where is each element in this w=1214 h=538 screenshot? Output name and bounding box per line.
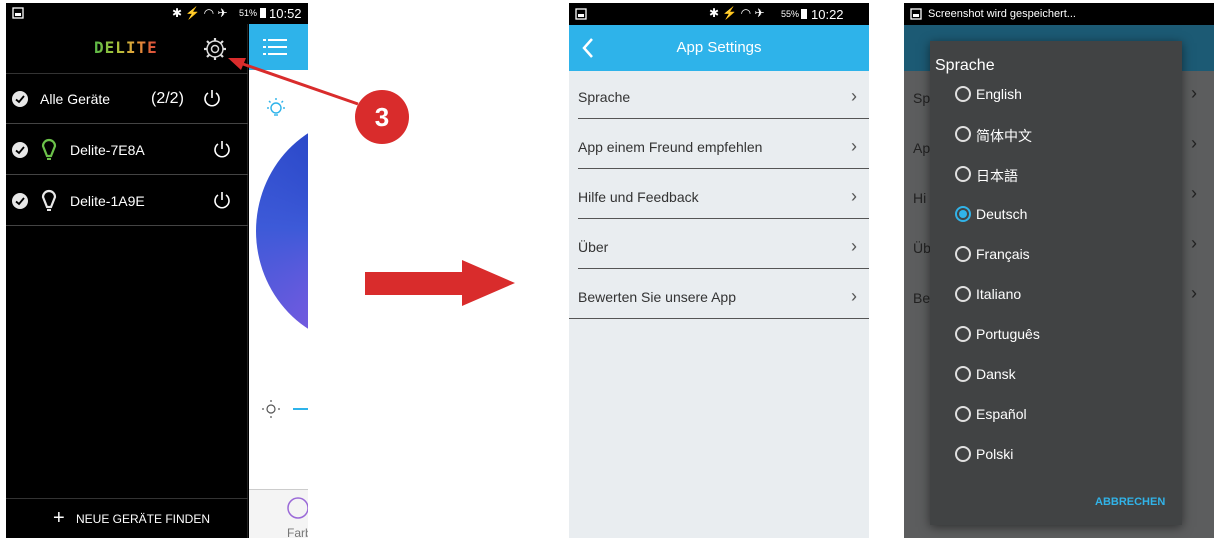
- settings-item-label: Bewerten Sie unsere App: [578, 289, 736, 305]
- bg-item-label: Sp: [913, 90, 931, 106]
- settings-item-hilfe[interactable]: Hilfe und Feedback ›: [569, 171, 869, 221]
- language-dialog: Sprache English 简体中文 日本語 Deutsch Françai…: [930, 41, 1182, 525]
- option-label: Français: [976, 246, 1030, 262]
- status-bar: Screenshot wird gespeichert...: [904, 3, 1214, 25]
- chevron-right-icon: ›: [851, 86, 857, 106]
- app-bar: App Settings: [569, 25, 869, 71]
- screenshot-notification-icon: [910, 8, 922, 20]
- radio-button[interactable]: [955, 326, 971, 342]
- divider: [578, 118, 869, 119]
- chevron-right-icon: ›: [851, 186, 857, 206]
- language-option-english[interactable]: English: [955, 84, 1155, 108]
- settings-item-label: Hilfe und Feedback: [578, 189, 699, 205]
- radio-button[interactable]: [955, 366, 971, 382]
- page-title: App Settings: [676, 39, 762, 56]
- divider: [578, 168, 869, 169]
- settings-item-empfehlen[interactable]: App einem Freund empfehlen ›: [569, 121, 869, 171]
- divider: [578, 268, 869, 269]
- settings-item-uber[interactable]: Über ›: [569, 221, 869, 271]
- radio-button-selected[interactable]: [955, 206, 971, 222]
- chevron-right-icon: ›: [1191, 83, 1197, 103]
- tutorial-canvas: ✱ ⚡ ◠ ✈ 51% 10:52 DELITE Alle Geräte (2/…: [0, 0, 1214, 538]
- chevron-right-icon: ›: [1191, 283, 1197, 303]
- next-step-arrow: [365, 260, 515, 306]
- status-bar: ✱ ⚡ ◠ ✈ 55% 10:22: [569, 3, 869, 25]
- language-option-francais[interactable]: Français: [955, 244, 1155, 268]
- dialog-title: Sprache: [935, 57, 995, 74]
- language-option-espanol[interactable]: Español: [955, 404, 1155, 428]
- radio-button[interactable]: [955, 86, 971, 102]
- bg-item-label: Üb: [913, 240, 931, 256]
- divider: [578, 218, 869, 219]
- language-option-chinese[interactable]: 简体中文: [955, 124, 1155, 148]
- option-label: 日本語: [976, 168, 1018, 184]
- radio-button[interactable]: [955, 446, 971, 462]
- step-badge: 3: [355, 90, 409, 144]
- settings-item-label: Über: [578, 239, 609, 255]
- phone-screen-language-dialog: Screenshot wird gespeichert... Sp › Ap ›…: [904, 3, 1214, 538]
- option-label: Polski: [976, 446, 1014, 462]
- option-label: Deutsch: [976, 206, 1028, 222]
- pointer-arrow-line: [239, 61, 359, 106]
- chevron-right-icon: ›: [851, 286, 857, 306]
- battery-icon: [801, 9, 807, 19]
- chevron-right-icon: ›: [1191, 183, 1197, 203]
- option-label: Português: [976, 326, 1040, 342]
- screenshot-notification-icon: [575, 8, 587, 20]
- option-label: Italiano: [976, 286, 1022, 302]
- settings-item-label: App einem Freund empfehlen: [578, 139, 763, 155]
- bg-item-label: Be: [913, 290, 931, 306]
- settings-item-label: Sprache: [578, 89, 631, 105]
- battery-percent: 55%: [781, 9, 800, 19]
- language-option-portugues[interactable]: Português: [955, 324, 1155, 348]
- option-label: English: [976, 86, 1022, 102]
- language-option-japanese[interactable]: 日本語: [955, 164, 1155, 188]
- status-message: Screenshot wird gespeichert...: [928, 8, 1076, 20]
- chevron-right-icon: ›: [1191, 233, 1197, 253]
- chevron-right-icon: ›: [851, 236, 857, 256]
- radio-button[interactable]: [955, 166, 971, 182]
- language-option-dansk[interactable]: Dansk: [955, 364, 1155, 388]
- option-label: Español: [976, 406, 1027, 422]
- option-label: 简体中文: [976, 128, 1032, 144]
- cancel-button[interactable]: ABBRECHEN: [1095, 496, 1165, 508]
- bg-item-label: Hi: [913, 190, 927, 206]
- phone-screen-settings: ✱ ⚡ ◠ ✈ 55% 10:22 App Settings Sprache ›…: [569, 3, 869, 538]
- pointer-arrow-head: [228, 58, 246, 70]
- settings-item-bewerten[interactable]: Bewerten Sie unsere App ›: [569, 271, 869, 321]
- status-icons: ✱ ⚡ ◠ ✈: [709, 6, 765, 20]
- language-option-italiano[interactable]: Italiano: [955, 284, 1155, 308]
- bg-item-label: Ap: [913, 140, 931, 156]
- chevron-right-icon: ›: [851, 136, 857, 156]
- radio-button[interactable]: [955, 126, 971, 142]
- language-option-polski[interactable]: Polski: [955, 444, 1155, 468]
- radio-button[interactable]: [955, 286, 971, 302]
- radio-button[interactable]: [955, 246, 971, 262]
- radio-button[interactable]: [955, 406, 971, 422]
- chevron-right-icon: ›: [1191, 133, 1197, 153]
- settings-item-sprache[interactable]: Sprache ›: [569, 71, 869, 121]
- language-option-deutsch[interactable]: Deutsch: [955, 204, 1155, 228]
- option-label: Dansk: [976, 366, 1016, 382]
- status-time: 10:22: [811, 7, 844, 22]
- divider: [569, 318, 869, 319]
